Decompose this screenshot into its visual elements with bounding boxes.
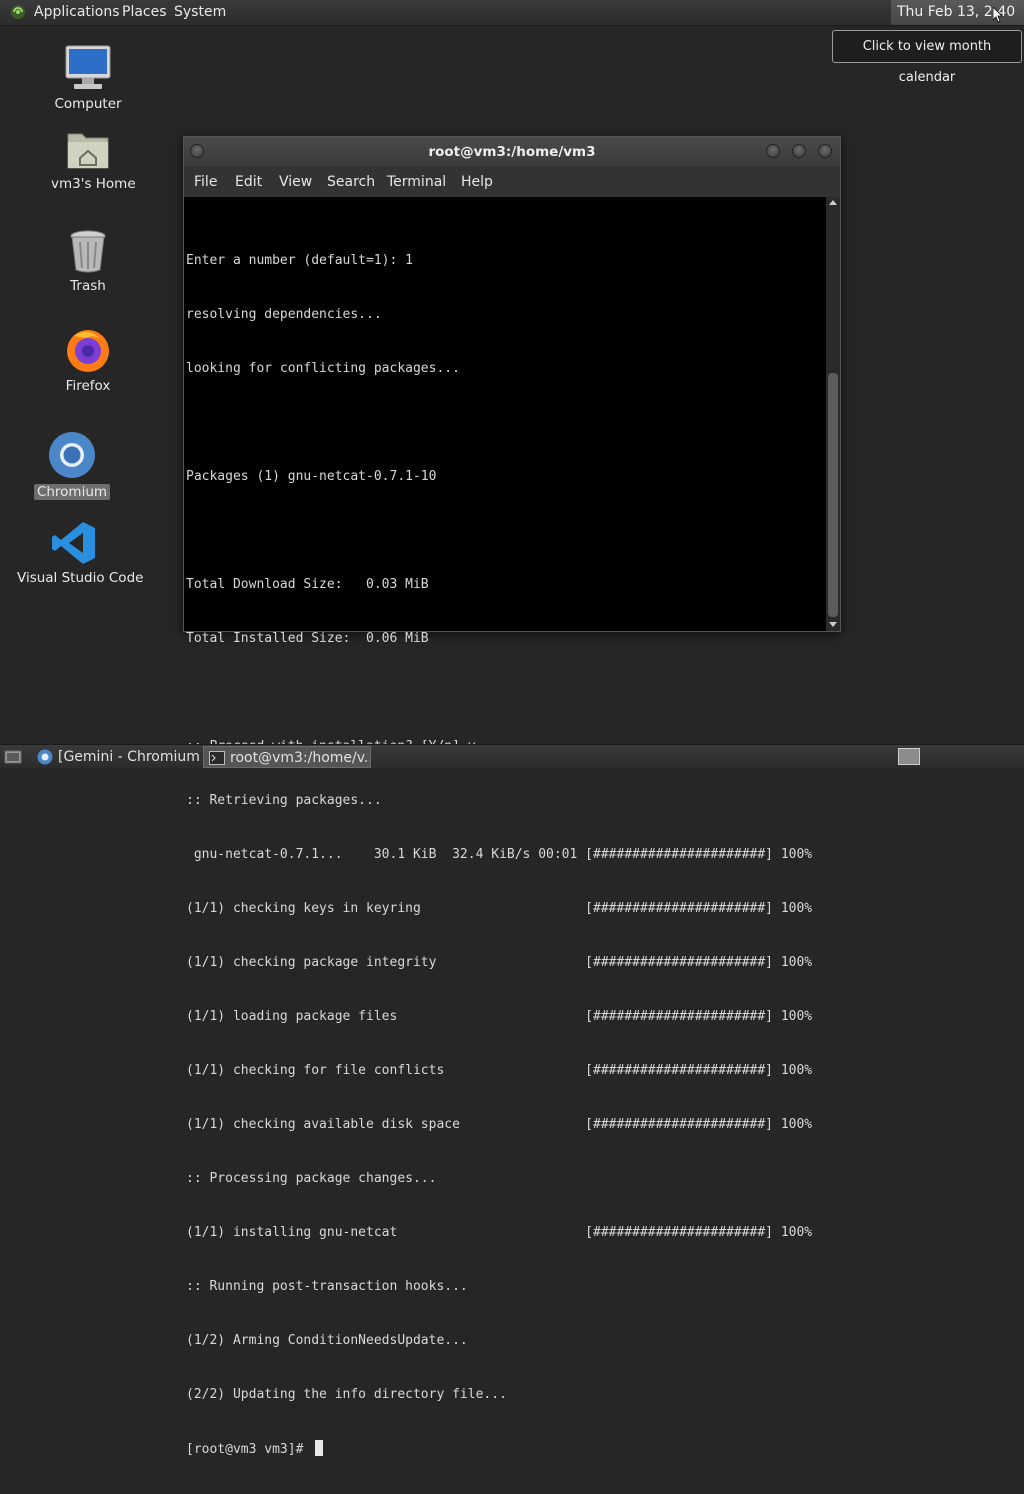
vscode-icon (52, 522, 95, 564)
scroll-down-arrow-icon[interactable] (829, 622, 837, 627)
taskbar-item-label: root@vm3:/home/v... (230, 750, 371, 766)
terminal-line: (1/1) checking for file conflicts [#####… (186, 1063, 813, 1078)
terminal-line: Total Installed Size: 0.06 MiB (186, 631, 429, 646)
chromium-icon (37, 749, 53, 765)
terminal-line: Enter a number (default=1): 1 (186, 253, 413, 268)
desktop-icon-firefox[interactable]: Firefox (48, 326, 128, 394)
mate-logo-icon[interactable] (10, 4, 26, 20)
window-menu-button[interactable] (190, 144, 204, 158)
terminal-line: :: Processing package changes... (186, 1171, 437, 1186)
taskbar-item-label: [Gemini - Chromium] (58, 749, 200, 765)
terminal-line: gnu-netcat-0.7.1... 30.1 KiB 32.4 KiB/s … (186, 847, 813, 862)
top-panel: Applications Places System Thu Feb 13, 2… (0, 0, 1024, 45)
terminal-line: Total Download Size: 0.03 MiB (186, 577, 429, 592)
terminal-line: (1/1) checking package integrity [######… (186, 955, 813, 970)
desktop-icon-computer[interactable]: Computer (48, 44, 128, 112)
terminal-icon (209, 751, 225, 765)
terminal-line: Packages (1) gnu-netcat-0.7.1-10 (186, 469, 437, 484)
bottom-panel: [Gemini - Chromium] root@vm3:/home/v... (0, 744, 1024, 769)
trash-icon (70, 230, 106, 273)
menu-search[interactable]: Search (327, 174, 375, 190)
workspace-switcher-icon[interactable] (898, 748, 920, 765)
scroll-thumb[interactable] (828, 373, 838, 617)
terminal-prompt-line: [root@vm3 vm3]# (186, 1440, 812, 1458)
terminal-line: (2/2) Updating the info directory file..… (186, 1387, 507, 1402)
minimize-button[interactable] (766, 144, 780, 158)
terminal-line: looking for conflicting packages... (186, 361, 460, 376)
close-button[interactable] (818, 144, 832, 158)
window-title: root@vm3:/home/vm3 (428, 144, 596, 160)
show-desktop-icon[interactable] (4, 749, 22, 765)
applications-menu[interactable]: Applications (34, 4, 120, 20)
scroll-up-arrow-icon[interactable] (829, 200, 837, 205)
terminal-output[interactable]: Enter a number (default=1): 1 resolving … (184, 197, 826, 1457)
terminal-line: (1/1) loading package files [###########… (186, 1009, 813, 1024)
chromium-icon (49, 432, 95, 478)
terminal-line: resolving dependencies... (186, 307, 382, 322)
home-folder-icon (67, 133, 109, 169)
terminal-menubar: File Edit View Search Terminal Help (184, 167, 840, 197)
shell-prompt: [root@vm3 vm3]# (186, 1442, 312, 1457)
desktop-icon-label: Chromium (33, 484, 111, 500)
terminal-line: (1/1) installing gnu-netcat [###########… (186, 1225, 813, 1240)
taskbar-item-terminal[interactable]: root@vm3:/home/v... (203, 746, 371, 768)
firefox-icon (67, 330, 109, 372)
terminal-line: (1/1) checking keys in keyring [########… (186, 901, 813, 916)
terminal-scrollbar[interactable] (826, 197, 840, 631)
desktop-icon-label: Visual Studio Code (17, 570, 144, 586)
desktop-icon-vscode[interactable]: Visual Studio Code (14, 520, 143, 586)
mouse-cursor-icon (993, 7, 1003, 23)
terminal-line: :: Retrieving packages... (186, 793, 382, 808)
menu-help[interactable]: Help (461, 174, 493, 190)
calendar-tooltip: Click to view month calendar (832, 30, 1022, 85)
desktop-icon-chromium[interactable]: Chromium (32, 430, 112, 500)
menu-view[interactable]: View (279, 174, 312, 190)
system-menu[interactable]: System (174, 4, 226, 20)
desktop-icon-home[interactable]: vm3's Home (48, 128, 136, 192)
terminal-lines: Enter a number (default=1): 1 resolving … (186, 216, 812, 1494)
clock[interactable]: Thu Feb 13, 2:40 AM (891, 0, 1024, 45)
menu-file[interactable]: File (194, 174, 217, 190)
terminal-window: root@vm3:/home/vm3 File Edit View Search… (183, 136, 841, 1457)
desktop-icon-label: Trash (70, 278, 106, 294)
taskbar-item-chromium[interactable]: [Gemini - Chromium] (32, 746, 200, 768)
menu-terminal[interactable]: Terminal (387, 174, 446, 190)
maximize-button[interactable] (792, 144, 806, 158)
desktop-icon-label: Firefox (65, 378, 111, 394)
text-cursor (315, 1440, 324, 1456)
computer-icon (65, 45, 111, 89)
terminal-line: (1/1) checking available disk space [###… (186, 1117, 813, 1132)
terminal-line: :: Running post-transaction hooks... (186, 1279, 468, 1294)
desktop-icon-label: Computer (54, 96, 122, 112)
desktop-icon-label: vm3's Home (51, 176, 136, 192)
terminal-line: (1/2) Arming ConditionNeedsUpdate... (186, 1333, 468, 1348)
desktop-icon-trash[interactable]: Trash (48, 228, 128, 294)
menu-edit[interactable]: Edit (235, 174, 262, 190)
places-menu[interactable]: Places (122, 4, 167, 20)
window-titlebar[interactable]: root@vm3:/home/vm3 (184, 137, 840, 167)
